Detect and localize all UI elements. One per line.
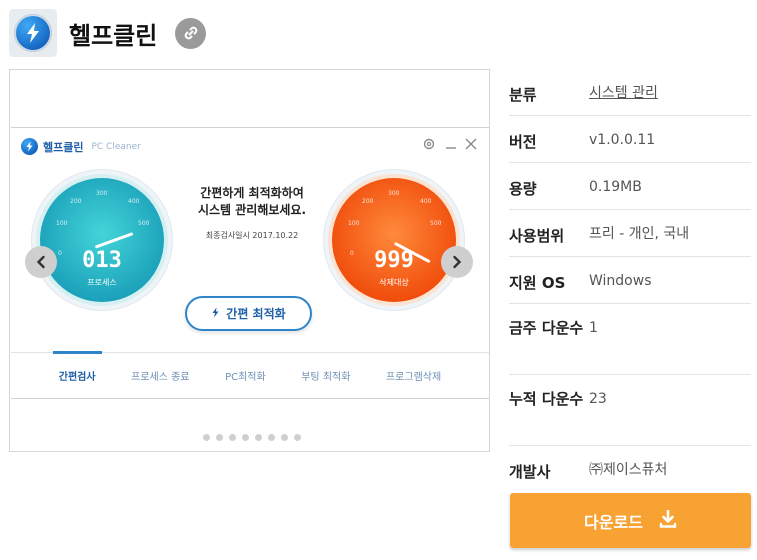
developer-label: 개발사 (509, 463, 551, 481)
quick-optimize-button: 간편 최적화 (185, 296, 312, 331)
minimize-icon (445, 137, 457, 155)
info-row-developer: 개발사 ㈜제이스퓨처 (509, 446, 751, 493)
version-value: v1.0.0.11 (589, 132, 656, 148)
total-downloads-value: 23 (589, 391, 607, 407)
os-label: 지원 OS (509, 274, 566, 292)
close-icon (465, 137, 477, 155)
size-label: 용량 (509, 180, 537, 198)
download-button[interactable]: 다운로드 (510, 493, 751, 548)
category-link[interactable]: 시스템 관리 (589, 85, 658, 101)
total-downloads-label: 누적 다운수 (509, 390, 584, 408)
info-row-size: 용량 0.19MB (509, 163, 751, 210)
info-row-license: 사용범위 프리 - 개인, 국내 (509, 210, 751, 257)
license-label: 사용범위 (509, 227, 565, 245)
gallery-prev-button[interactable] (25, 246, 57, 278)
info-row-version: 버전 v1.0.0.11 (509, 116, 751, 163)
download-label: 다운로드 (584, 512, 643, 532)
delete-target-count: 999 (374, 248, 414, 273)
link-icon[interactable] (175, 17, 207, 49)
tab-process-kill: 프로세스 종료 (131, 372, 190, 383)
app-info-table: 분류 시스템 관리 버전 v1.0.0.11 용량 0.19MB 사용범위 프리… (509, 69, 751, 493)
info-row-os: 지원 OS Windows (509, 257, 751, 304)
process-gauge: 0 100 200 300 400 500 013 프로세스 (32, 170, 172, 310)
window-title: 헬프클린 (43, 140, 84, 154)
gallery-dot[interactable] (268, 434, 275, 441)
screenshot-gallery: 헬프클린 PC Cleaner 0 100 200 300 400 500 01… (9, 69, 490, 452)
weekly-downloads-value: 1 (589, 320, 598, 336)
info-row-total-downloads: 누적 다운수 23 (509, 375, 751, 446)
info-row-weekly-downloads: 금주 다운수 1 (509, 304, 751, 375)
chevron-left-icon (36, 255, 45, 269)
delete-target-gauge: 0 100 200 300 400 500 999 삭제대상 (324, 170, 464, 310)
category-label: 분류 (509, 86, 537, 104)
tab-uninstall: 프로그램삭제 (385, 372, 442, 383)
gallery-pagination (203, 434, 307, 441)
headline-line2: 시스템 관리해보세요. (197, 203, 307, 217)
gallery-dot[interactable] (294, 434, 301, 441)
lightning-bolt-icon (14, 14, 52, 52)
headline-block: 간편하게 최적화하여 시스템 관리해보세요. 최종검사일시 2017.10.22 (161, 185, 343, 241)
gallery-dot[interactable] (203, 434, 210, 441)
info-row-category: 분류 시스템 관리 (509, 69, 751, 116)
tab-pc-optimize: PC최적화 (225, 372, 266, 383)
size-value: 0.19MB (589, 179, 642, 195)
gallery-dot[interactable] (255, 434, 262, 441)
license-value: 프리 - 개인, 국내 (589, 226, 690, 242)
window-title-bar: 헬프클린 PC Cleaner (21, 138, 141, 155)
process-count: 013 (82, 248, 122, 273)
weekly-downloads-label: 금주 다운수 (509, 319, 584, 337)
gallery-next-button[interactable] (441, 246, 473, 278)
gallery-dot[interactable] (242, 434, 249, 441)
gallery-dot[interactable] (229, 434, 236, 441)
window-subtitle: PC Cleaner (91, 141, 141, 152)
process-label: 프로세스 (87, 278, 117, 287)
quick-optimize-label: 간편 최적화 (226, 307, 286, 321)
lightning-bolt-icon (21, 138, 38, 155)
last-scan-date: 최종검사일시 2017.10.22 (205, 231, 299, 240)
os-value: Windows (589, 273, 652, 289)
delete-target-label: 삭제대상 (379, 278, 409, 287)
lightning-bolt-icon (211, 306, 220, 322)
app-header: 헬프클린 (9, 9, 207, 57)
gear-icon (422, 137, 436, 155)
gallery-dot[interactable] (281, 434, 288, 441)
screenshot-tabs: 간편검사 프로세스 종료 PC최적화 부팅 최적화 프로그램삭제 (11, 351, 489, 398)
tab-boot-optimize: 부팅 최적화 (301, 372, 351, 383)
tab-quick-scan: 간편검사 (52, 351, 102, 383)
chevron-right-icon (453, 255, 462, 269)
screenshot-image: 헬프클린 PC Cleaner 0 100 200 300 400 500 01… (11, 127, 489, 399)
version-label: 버전 (509, 133, 537, 151)
app-title: 헬프클린 (69, 21, 158, 50)
headline-line1: 간편하게 최적화하여 (200, 186, 304, 200)
developer-value: ㈜제이스퓨처 (589, 462, 668, 478)
gallery-dot[interactable] (216, 434, 223, 441)
download-icon (659, 509, 677, 532)
gauge-needle (94, 232, 134, 249)
app-icon (9, 9, 57, 57)
